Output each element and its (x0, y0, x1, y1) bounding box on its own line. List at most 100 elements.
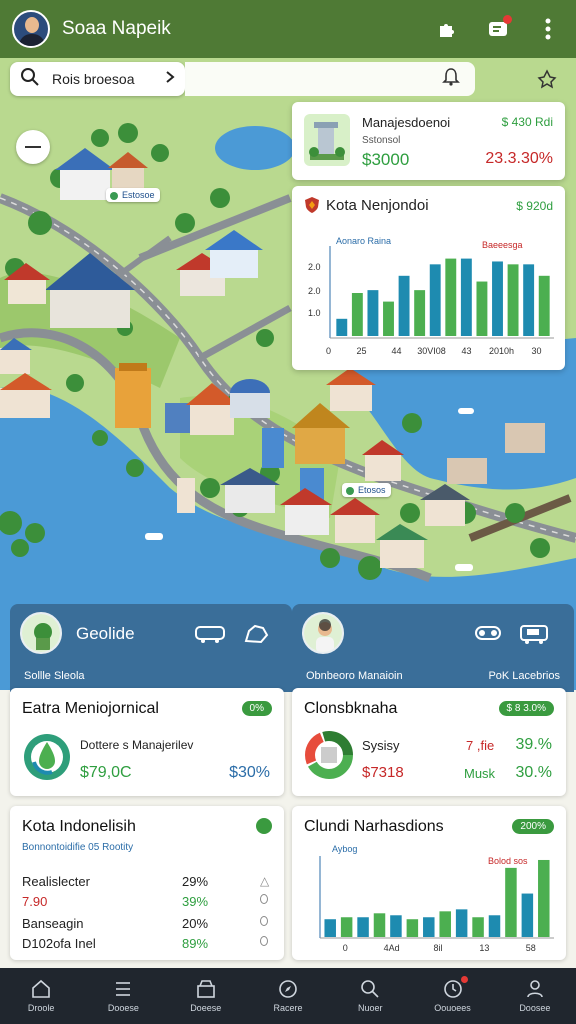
nav-item-alerts[interactable]: Oouoees (411, 968, 493, 1024)
status-badge: $ 8 3.0% (498, 701, 554, 716)
map-label[interactable]: Estosoe (106, 188, 160, 202)
chart-bar (439, 911, 451, 937)
bar-chart: Aybog Bolod sos 0 4Ad 8il 13 58 (319, 844, 554, 953)
map-label[interactable]: Etosos (342, 483, 391, 497)
card-label: Musk (464, 766, 496, 781)
chart-bar (390, 915, 402, 937)
card-value: $7318 (362, 764, 404, 781)
nav-item-home[interactable]: Droole (0, 968, 82, 1024)
zoom-out-button[interactable] (16, 130, 50, 164)
chart-bar (523, 264, 535, 336)
chart-bar (351, 293, 363, 336)
nav-label: Racere (273, 1003, 303, 1013)
x-tick: 25 (356, 346, 366, 356)
bar-chart: Aonaro Raina Baeeesga 2.0 2.0 1.0 0 25 44… (308, 236, 554, 356)
info-card-title: Manajesdoenoi (362, 115, 451, 130)
row-label: 7.90 (22, 894, 48, 909)
chart-card[interactable]: Kota Nenjondoi $ 920d Aonaro Raina Baeee… (292, 186, 565, 370)
nav-label: Nuoer (358, 1003, 383, 1013)
card-extra[interactable]: Eatra Meniojornical 0% Dottere s Manajer… (10, 688, 284, 796)
nav-item-search[interactable]: Nuoer (329, 968, 411, 1024)
search-bar[interactable]: Rois broesoa (10, 62, 185, 96)
row-value: 89% (182, 936, 209, 951)
info-card-top-value: $ 430 Rdi (501, 115, 553, 129)
top-bar: Soaa Napeik (0, 0, 576, 58)
location-pin-icon[interactable] (532, 64, 562, 94)
card-title: Kota Indonelisih (22, 818, 136, 835)
donut-chart-icon (304, 730, 354, 785)
card-label: Sysisy (362, 738, 400, 753)
row-value: 20% (182, 916, 209, 931)
x-tick: 0 (326, 346, 331, 356)
card-clonsbk[interactable]: Clonsbknaha $ 8 3.0% Sysisy 7 ,fie 39.% … (292, 688, 566, 796)
bus-icon[interactable] (194, 622, 226, 646)
truck-icon[interactable] (518, 622, 550, 646)
nav-item-compass[interactable]: Racere (247, 968, 329, 1024)
bell-icon[interactable] (441, 67, 461, 92)
search-input[interactable]: Rois broesoa (52, 71, 165, 87)
x-tick: 13 (479, 943, 489, 953)
drop-icon (22, 732, 72, 787)
chat-icon[interactable] (482, 13, 514, 45)
card-caption: Bonnontoidifie 05 Rootity (22, 842, 134, 853)
chevron-right-icon[interactable] (165, 70, 175, 88)
x-tick: 4Ad (384, 943, 400, 953)
y-tick: 1.0 (308, 308, 321, 318)
chart-bar (460, 258, 472, 336)
nav-label: Dooese (107, 1003, 139, 1013)
panel-left[interactable]: Geolide Sollle Sleola (10, 604, 292, 692)
bottom-nav: Droole Dooese Doeese Racere Nuoer Oouoee… (0, 968, 576, 1024)
clock-icon (443, 980, 462, 998)
chart-bar (472, 917, 484, 937)
x-tick: 0 (343, 943, 348, 953)
chart-bar (423, 917, 435, 937)
nav-label: Droole (27, 1003, 55, 1013)
search-extension (185, 62, 475, 96)
nav-label: Oouoees (434, 1003, 471, 1013)
info-card-change: 23.3.30% (485, 150, 553, 167)
store-icon (196, 980, 215, 998)
chart-bar (505, 867, 517, 937)
x-tick: 30 (531, 346, 541, 356)
chart-bar (414, 290, 426, 336)
warning-icon: △ (260, 874, 270, 888)
chart-bar (445, 258, 457, 336)
info-card-value: $3000 (362, 150, 410, 169)
puzzle-icon[interactable] (432, 13, 464, 45)
chart-bar (367, 290, 379, 336)
notification-badge (503, 15, 512, 24)
row-value: 29% (182, 874, 209, 889)
user-avatar[interactable] (12, 10, 50, 48)
status-badge: 0% (241, 701, 272, 716)
x-tick: 2010h (489, 346, 514, 356)
card-kota-indonelisih[interactable]: Kota Indonelisih Bonnontoidifie 05 Rooti… (10, 806, 284, 960)
chart-bar (383, 301, 394, 336)
panel-avatar (302, 612, 344, 654)
panel-right[interactable]: Obnbeoro Manaioin PoK Lacebrios (292, 604, 574, 692)
card-clundi[interactable]: Clundi Narhasdions 200% Aybog Bolod sos … (292, 806, 566, 960)
chart-bar (488, 915, 501, 937)
chart-legend-2: Baeeesga (482, 240, 523, 250)
vehicle-icon[interactable] (472, 622, 504, 646)
card-value: $79,0C (80, 764, 132, 781)
chart-bar (406, 919, 419, 937)
list-icon (116, 982, 131, 996)
chart-bar (476, 281, 488, 336)
info-card[interactable]: Manajesdoenoi Sstonsol $3000 $ 430 Rdi 2… (292, 102, 565, 180)
info-card-subtitle: Sstonsol (362, 135, 401, 146)
chart-legend: Aybog (332, 844, 357, 854)
nav-label: Doeese (190, 1003, 222, 1013)
home-icon (32, 979, 50, 998)
nav-item-profile[interactable]: Doosee (494, 968, 576, 1024)
nav-item-store[interactable]: Doeese (165, 968, 247, 1024)
circle-icon (260, 894, 268, 904)
nav-item-list[interactable]: Dooese (82, 968, 164, 1024)
map-shape-icon[interactable] (240, 622, 272, 646)
card-title: Eatra Meniojornical (22, 700, 159, 717)
card-percent: 30.% (515, 764, 552, 781)
row-label: D102ofa Inel (22, 936, 96, 951)
chart-bar (324, 919, 336, 937)
chart-bar (373, 913, 386, 937)
more-icon[interactable] (532, 13, 564, 45)
card-title: Clonsbknaha (304, 700, 398, 717)
